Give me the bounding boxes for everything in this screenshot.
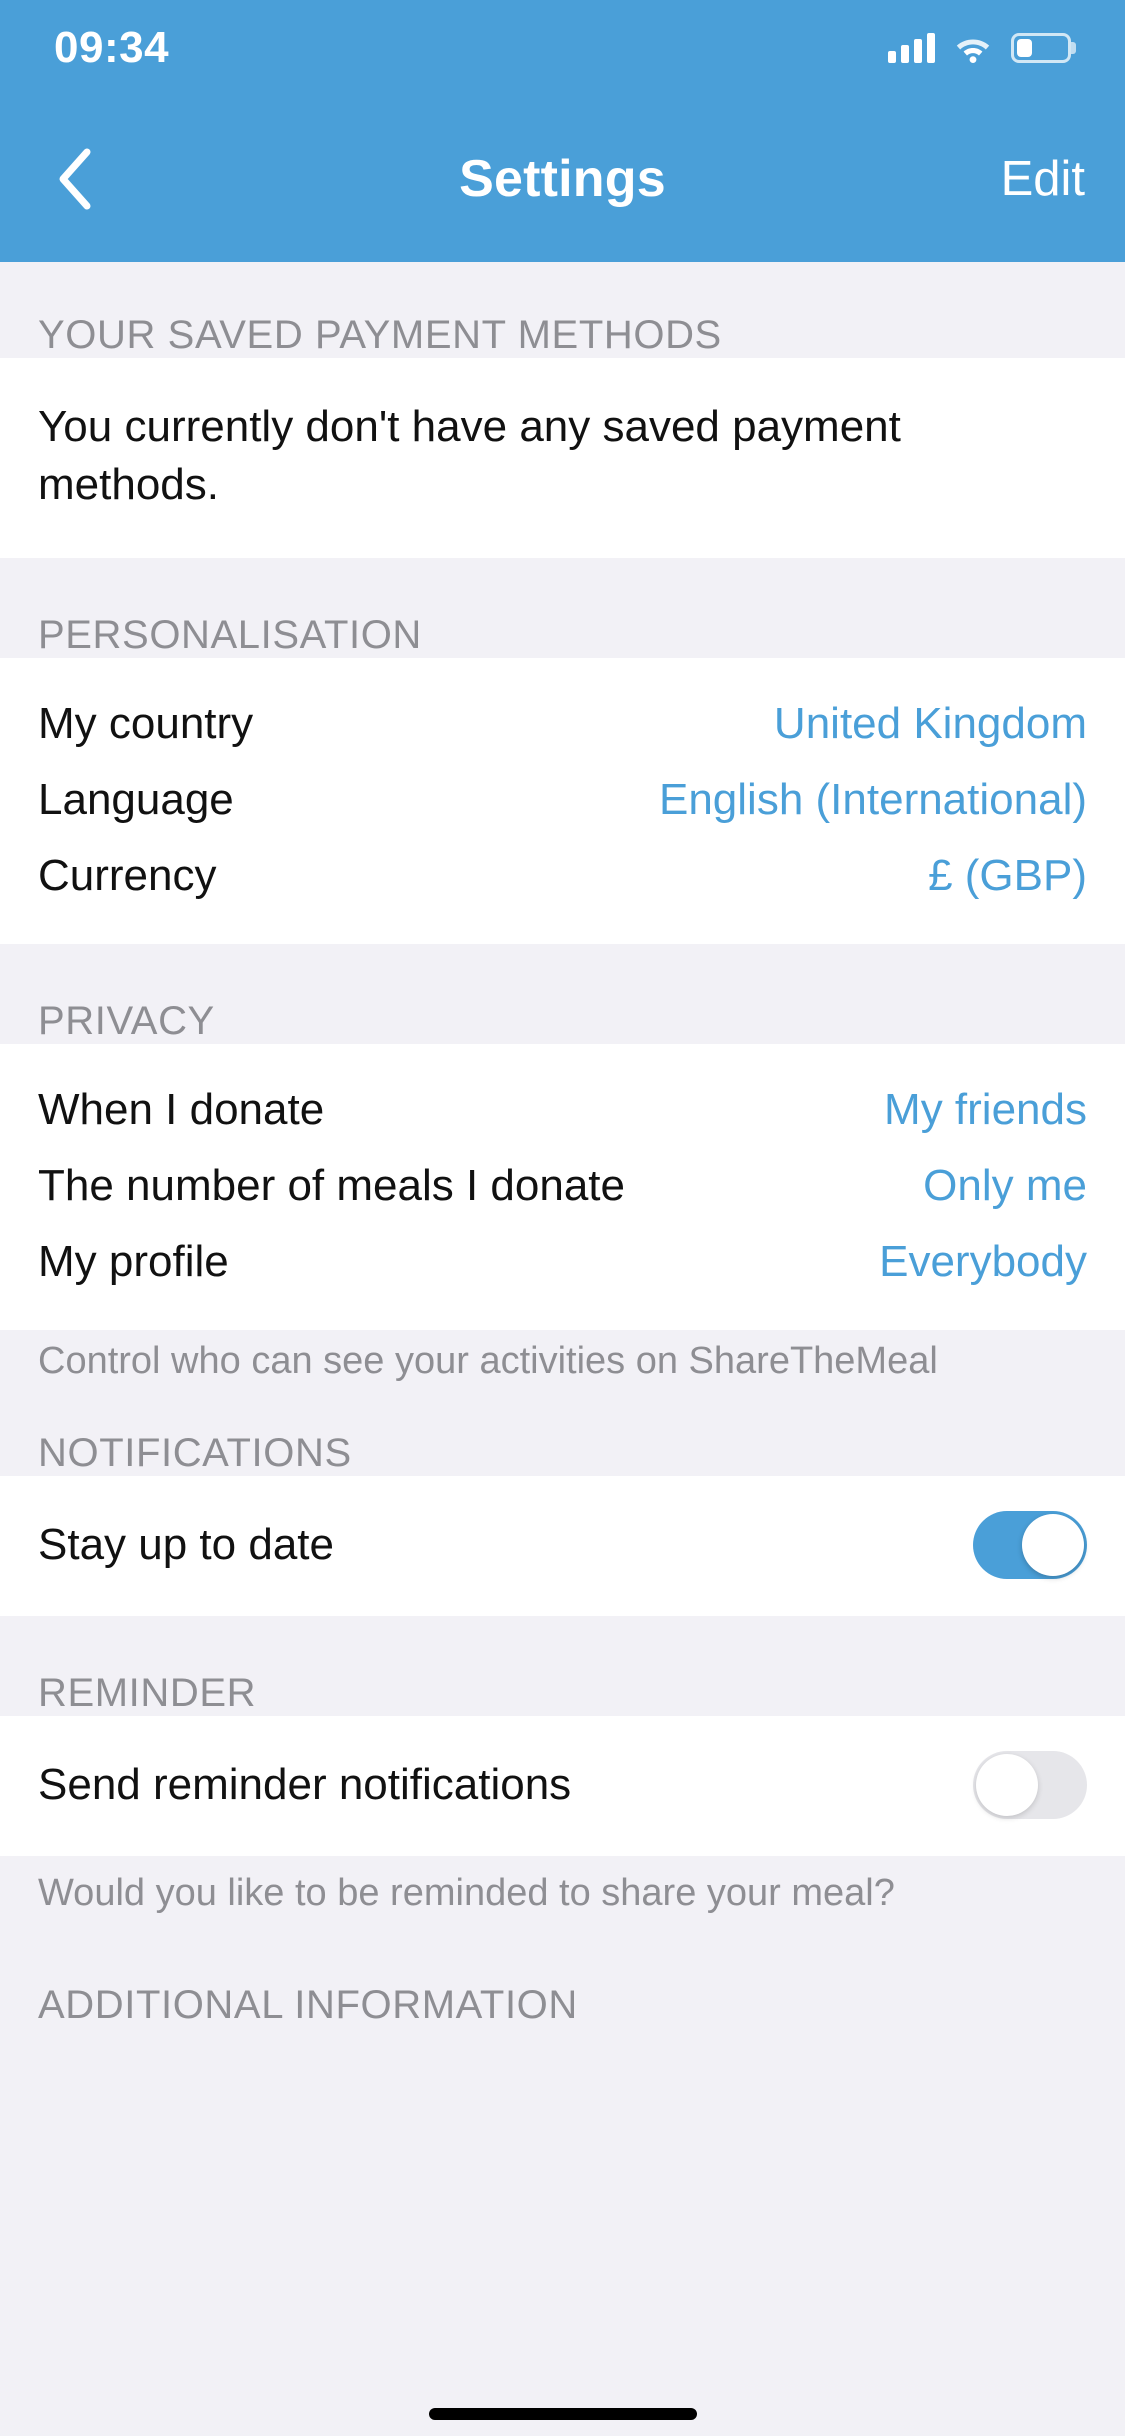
battery-icon (1011, 33, 1071, 63)
row-number-of-meals[interactable]: The number of meals I donate Only me (0, 1148, 1125, 1224)
page-title: Settings (459, 150, 666, 208)
row-value: Everybody (879, 1237, 1087, 1287)
row-my-country[interactable]: My country United Kingdom (0, 686, 1125, 762)
row-value: English (International) (658, 775, 1087, 825)
cellular-signal-icon (888, 33, 935, 63)
row-when-i-donate[interactable]: When I donate My friends (0, 1072, 1125, 1148)
reminder-footer-note: Would you like to be reminded to share y… (0, 1856, 1125, 1931)
home-indicator (428, 2408, 697, 2420)
personalisation-card: My country United Kingdom Language Engli… (0, 658, 1125, 945)
privacy-card: When I donate My friends The number of m… (0, 1044, 1125, 1331)
toggle-knob (1022, 1514, 1084, 1577)
back-button[interactable] (30, 134, 120, 224)
section-header-privacy: PRIVACY (0, 944, 1125, 1045)
row-label: Send reminder notifications (38, 1760, 572, 1810)
wifi-icon (954, 33, 992, 63)
row-value: United Kingdom (773, 699, 1087, 749)
row-value: My friends (884, 1085, 1087, 1135)
row-value: Only me (923, 1161, 1087, 1211)
section-header-reminder: REMINDER (0, 1616, 1125, 1717)
payment-methods-empty-message: You currently don't have any saved payme… (38, 402, 901, 510)
section-header-additional-information: ADDITIONAL INFORMATION (0, 1930, 1125, 2029)
payment-methods-card: You currently don't have any saved payme… (0, 358, 1125, 559)
row-stay-up-to-date[interactable]: Stay up to date (0, 1498, 1125, 1592)
section-header-notifications: NOTIFICATIONS (0, 1392, 1125, 1477)
app-header: 09:34 Settings Edit (0, 0, 1125, 262)
row-label: My profile (38, 1237, 229, 1287)
send-reminder-notifications-toggle[interactable] (973, 1751, 1087, 1820)
row-label: My country (38, 699, 254, 749)
row-label: Stay up to date (38, 1520, 334, 1570)
settings-screen: 09:34 Settings Edit YOUR SAVED PAYMENT M… (0, 0, 1125, 2436)
section-header-personalisation: PERSONALISATION (0, 558, 1125, 659)
row-currency[interactable]: Currency £ (GBP) (0, 838, 1125, 914)
row-my-profile[interactable]: My profile Everybody (0, 1224, 1125, 1300)
reminder-card: Send reminder notifications (0, 1716, 1125, 1857)
section-header-payment-methods: YOUR SAVED PAYMENT METHODS (0, 262, 1125, 358)
status-bar: 09:34 (0, 0, 1125, 96)
row-send-reminder-notifications[interactable]: Send reminder notifications (0, 1738, 1125, 1832)
status-bar-clock: 09:34 (54, 23, 170, 72)
toggle-knob (976, 1754, 1038, 1817)
edit-button[interactable]: Edit (1001, 151, 1085, 207)
row-label: Language (38, 775, 234, 825)
row-label: When I donate (38, 1085, 325, 1135)
notifications-card: Stay up to date (0, 1476, 1125, 1617)
row-language[interactable]: Language English (International) (0, 762, 1125, 838)
battery-fill (1017, 39, 1033, 57)
stay-up-to-date-toggle[interactable] (973, 1511, 1087, 1580)
row-label: Currency (38, 851, 217, 901)
chevron-left-icon (55, 148, 95, 210)
row-value: £ (GBP) (928, 851, 1087, 901)
privacy-footer-note: Control who can see your activities on S… (0, 1330, 1125, 1393)
row-label: The number of meals I donate (38, 1161, 625, 1211)
navigation-bar: Settings Edit (0, 96, 1125, 262)
status-bar-icons (888, 33, 1071, 63)
